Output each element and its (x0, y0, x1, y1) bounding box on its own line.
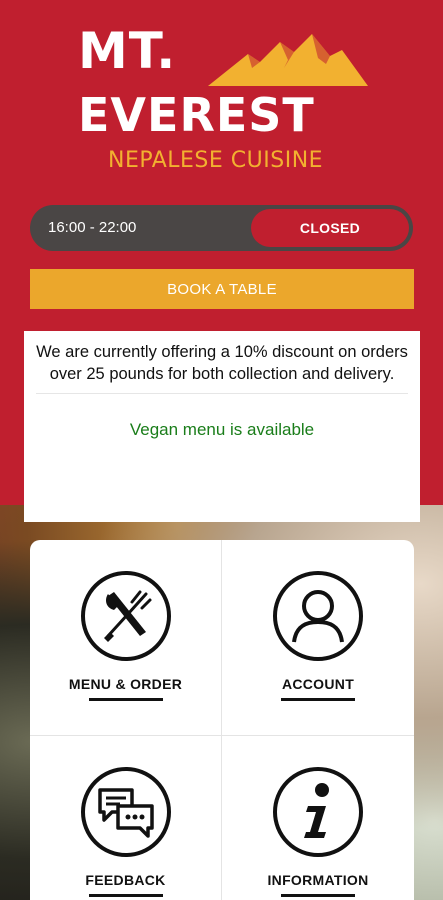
tile-underline (281, 698, 355, 701)
tile-account-label: ACCOUNT (281, 676, 355, 692)
chat-bubbles-icon (80, 767, 171, 857)
tile-information-label: INFORMATION (267, 872, 369, 888)
logo-line-mt: MT. (78, 22, 177, 80)
book-table-button[interactable]: BOOK A TABLE (30, 269, 414, 309)
tile-information[interactable]: INFORMATION (222, 736, 414, 900)
restaurant-logo: MT. EVEREST NEPALESE CUISINE (0, 0, 443, 190)
cutlery-icon (80, 571, 171, 661)
main-menu-grid: MENU & ORDER ACCOUNT FEEDBACK INFORMATIO… (30, 540, 414, 900)
logo-line-everest: EVEREST (78, 88, 315, 142)
discount-message: We are currently offering a 10% discount… (36, 343, 408, 383)
tile-underline (88, 698, 163, 701)
status-badge: CLOSED (251, 209, 409, 247)
tile-feedback-label: FEEDBACK (85, 872, 166, 888)
tile-underline (281, 894, 355, 897)
opening-hours-bar: 16:00 - 22:00 CLOSED (30, 205, 413, 251)
notice-divider (36, 393, 408, 394)
info-icon (273, 767, 363, 857)
vegan-message: Vegan menu is available (129, 420, 315, 439)
tile-feedback[interactable]: FEEDBACK (30, 736, 222, 900)
tile-menu-order[interactable]: MENU & ORDER (30, 540, 222, 736)
tile-menu-order-label: MENU & ORDER (68, 676, 183, 692)
logo-tagline: NEPALESE CUISINE (108, 148, 324, 173)
user-icon (273, 571, 363, 661)
tile-account[interactable]: ACCOUNT (222, 540, 414, 736)
mountain-icon (208, 34, 368, 86)
opening-hours-text: 16:00 - 22:00 (48, 219, 137, 236)
notice-card: We are currently offering a 10% discount… (24, 331, 420, 522)
tile-underline (88, 894, 163, 897)
